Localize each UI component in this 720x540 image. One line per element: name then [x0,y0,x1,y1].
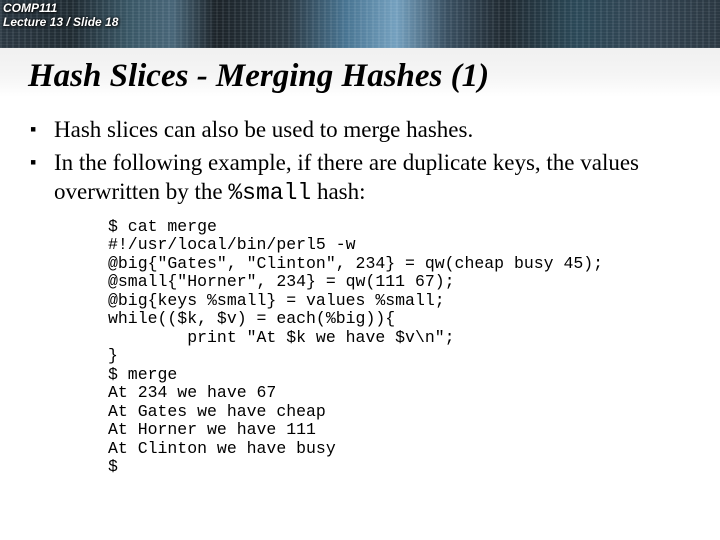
inline-code: %small [228,180,311,206]
page-title: Hash Slices - Merging Hashes (1) [28,58,489,95]
course-label: COMP111 Lecture 13 / Slide 18 [3,2,118,30]
code-block: $ cat merge #!/usr/local/bin/perl5 -w @b… [108,218,603,477]
slide: COMP111 Lecture 13 / Slide 18 Hash Slice… [0,0,720,540]
lecture-slide-number: Lecture 13 / Slide 18 [3,15,118,29]
course-code: COMP111 [3,1,57,15]
bullet-text-tail: hash: [311,179,365,204]
bullet-item: In the following example, if there are d… [30,149,690,208]
bullet-text: Hash slices can also be used to merge ha… [54,117,473,142]
bullet-item: Hash slices can also be used to merge ha… [30,116,690,145]
body-content: Hash slices can also be used to merge ha… [30,116,690,211]
